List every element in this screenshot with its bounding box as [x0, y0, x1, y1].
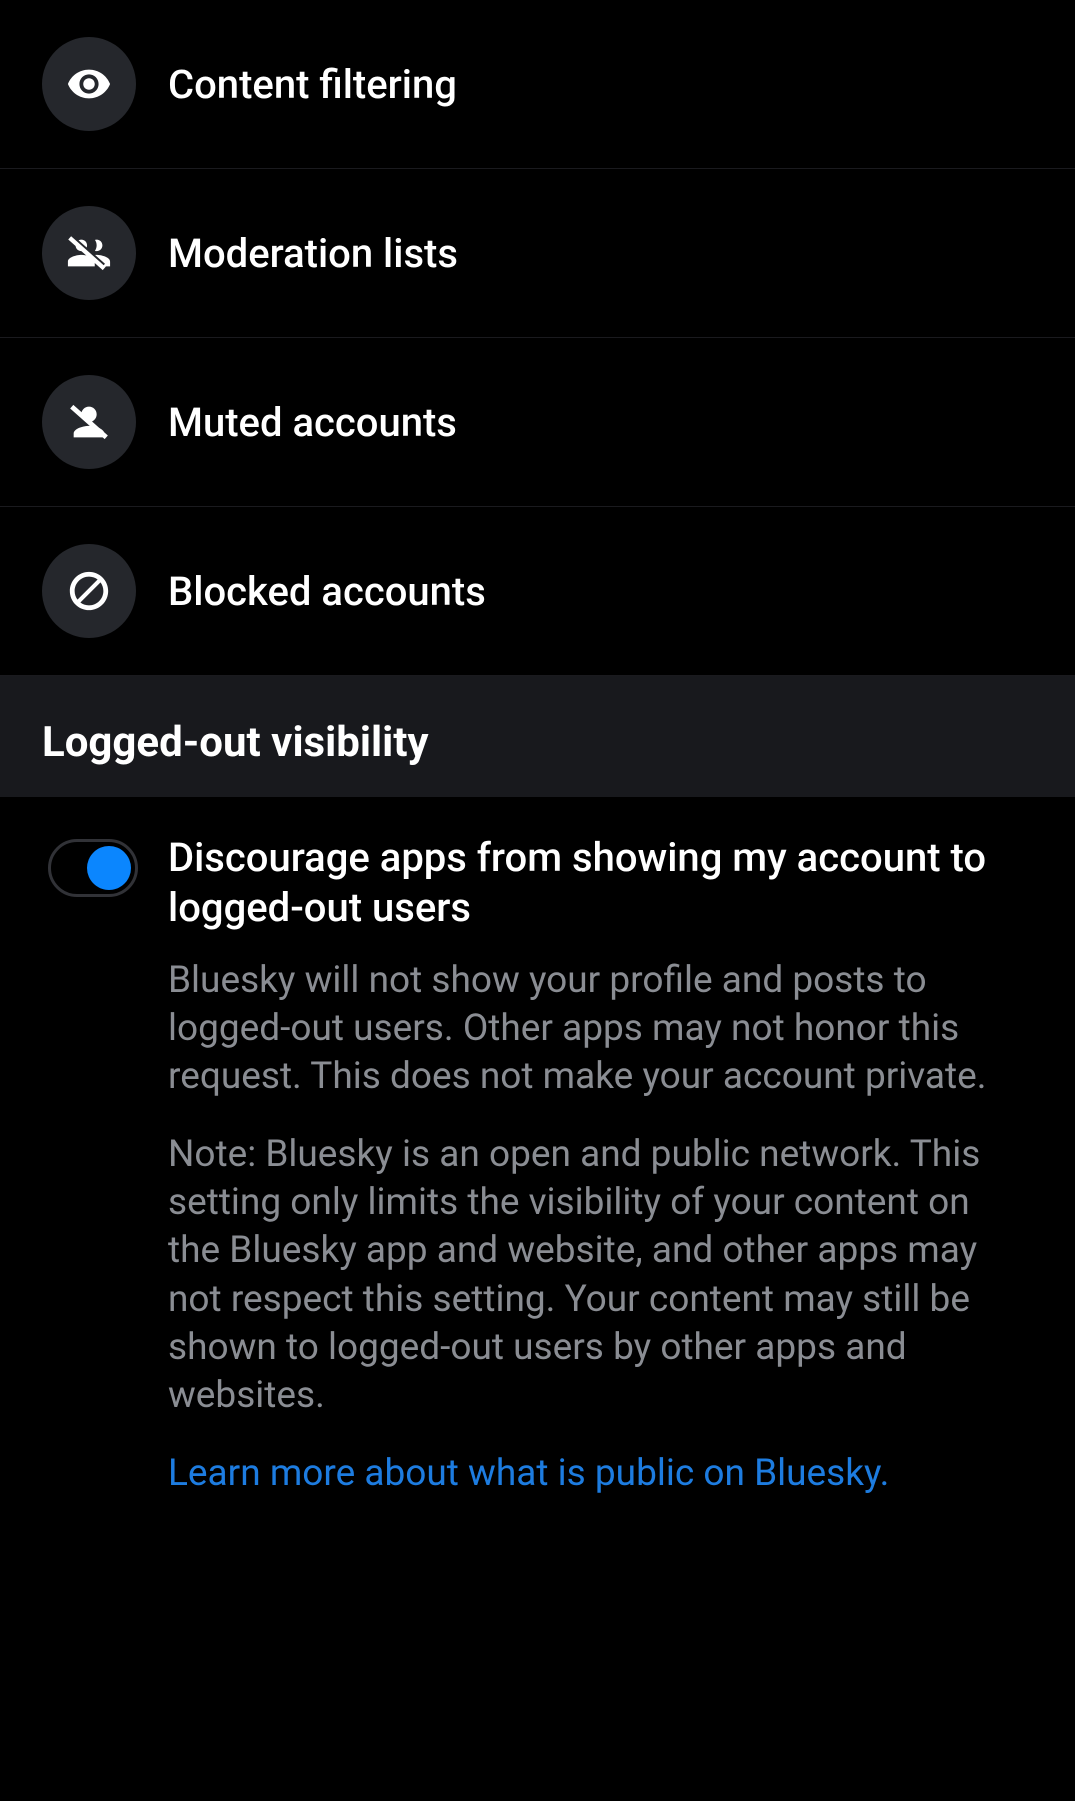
eye-icon [42, 37, 136, 131]
menu-label: Muted accounts [168, 399, 457, 446]
menu-item-muted-accounts[interactable]: Muted accounts [0, 338, 1075, 507]
toggle-knob [87, 846, 131, 890]
setting-description: Bluesky will not show your profile and p… [168, 957, 1013, 1101]
learn-more-link[interactable]: Learn more about what is public on Blues… [168, 1450, 1013, 1498]
setting-note: Note: Bluesky is an open and public netw… [168, 1131, 1013, 1420]
menu-item-content-filtering[interactable]: Content filtering [0, 0, 1075, 169]
menu-item-blocked-accounts[interactable]: Blocked accounts [0, 507, 1075, 676]
menu-label: Content filtering [168, 61, 457, 108]
menu-label: Moderation lists [168, 230, 458, 277]
setting-logged-out-visibility: Discourage apps from showing my account … [0, 797, 1075, 1534]
menu-label: Blocked accounts [168, 568, 486, 615]
setting-title: Discourage apps from showing my account … [168, 833, 1013, 933]
block-icon [42, 544, 136, 638]
menu-item-moderation-lists[interactable]: Moderation lists [0, 169, 1075, 338]
section-header: Logged-out visibility [0, 676, 1075, 797]
toggle-discourage-logged-out[interactable] [48, 839, 138, 897]
group-off-icon [42, 206, 136, 300]
section-title: Logged-out visibility [42, 718, 1033, 767]
person-off-icon [42, 375, 136, 469]
